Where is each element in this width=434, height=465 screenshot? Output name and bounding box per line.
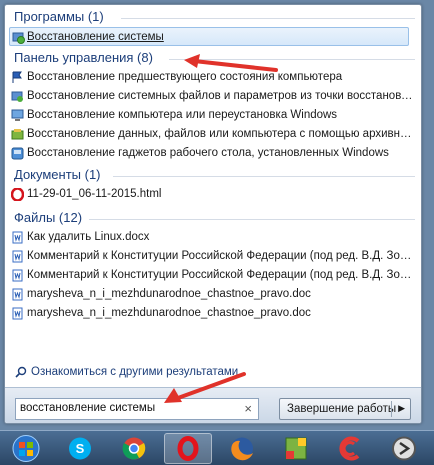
system-restore-icon (12, 32, 25, 44)
taskbar-button-app[interactable] (380, 433, 428, 464)
ccleaner-icon (339, 436, 360, 461)
result-item-file[interactable]: marysheva_n_i_mezhdunarodnoe_chastnoe_pr… (5, 285, 415, 304)
search-results: Программы (1) Восстановление системы Пан… (5, 5, 421, 359)
result-item-document[interactable]: 11-29-01_06-11-2015.html (5, 185, 415, 204)
word-doc-icon (12, 307, 23, 320)
word-doc-icon (12, 250, 23, 263)
search-value: восстановление системы (20, 402, 156, 414)
group-header-documents[interactable]: Документы (1) (5, 165, 421, 185)
game-icon (285, 437, 307, 460)
result-item-control-panel[interactable]: Восстановление предшествующего состояния… (5, 68, 415, 87)
skype-icon: S (69, 437, 91, 460)
result-item-file[interactable]: marysheva_n_i_mezhdunarodnoe_chastnoe_pr… (5, 304, 415, 323)
taskbar-button-skype[interactable]: S (56, 433, 104, 464)
start-menu: Программы (1) Восстановление системы Пан… (4, 4, 422, 424)
start-orb-icon (12, 435, 40, 462)
search-icon (15, 366, 27, 378)
search-input[interactable]: восстановление системы × (15, 398, 259, 420)
taskbar-button-ccleaner[interactable] (326, 433, 374, 464)
result-item-file[interactable]: Комментарий к Конституции Российской Фед… (5, 266, 415, 285)
group-header-control-panel[interactable]: Панель управления (8) (5, 48, 421, 68)
word-doc-icon (12, 231, 23, 244)
app-icon (392, 436, 416, 461)
shutdown-label: Завершение работы (287, 403, 397, 415)
computer-icon (11, 109, 24, 121)
shutdown-button[interactable]: Завершение работы ▶ (279, 398, 411, 420)
taskbar: S (0, 430, 434, 465)
taskbar-button-game[interactable] (272, 433, 320, 464)
opera-icon (11, 188, 24, 201)
result-item-system-restore[interactable]: Восстановление системы (9, 27, 409, 46)
result-item-control-panel[interactable]: Восстановление компьютера или переустано… (5, 106, 415, 125)
taskbar-button-firefox[interactable] (218, 433, 266, 464)
svg-text:S: S (76, 441, 85, 456)
taskbar-button-opera[interactable] (164, 433, 212, 464)
group-header-files[interactable]: Файлы (12) (5, 208, 421, 228)
result-item-control-panel[interactable]: Восстановление данных, файлов или компью… (5, 125, 415, 144)
result-item-control-panel[interactable]: Восстановление системных файлов и параме… (5, 87, 415, 106)
chrome-icon (122, 437, 146, 460)
result-item-file[interactable]: Как удалить Linux.docx (5, 228, 415, 247)
shutdown-options-arrow-icon[interactable]: ▶ (398, 403, 405, 414)
firefox-icon (231, 437, 253, 461)
result-item-label: Восстановление системы (27, 31, 164, 43)
backup-icon (11, 129, 24, 140)
word-doc-icon (12, 288, 23, 301)
start-menu-bottom-bar: восстановление системы × Завершение рабо… (5, 387, 421, 423)
see-more-results-link[interactable]: Ознакомиться с другими результатами (15, 363, 238, 381)
result-item-file[interactable]: Комментарий к Конституции Российской Фед… (5, 247, 415, 266)
opera-icon (177, 436, 199, 461)
taskbar-button-chrome[interactable] (110, 433, 158, 464)
clear-icon[interactable]: × (244, 401, 252, 416)
flag-icon (12, 71, 22, 83)
gadget-icon (11, 147, 24, 160)
taskbar-button-start[interactable] (2, 433, 50, 464)
result-item-control-panel[interactable]: Восстановление гаджетов рабочего стола, … (5, 144, 415, 163)
word-doc-icon (12, 269, 23, 282)
group-header-programs[interactable]: Программы (1) (5, 7, 421, 27)
restore-point-icon (11, 91, 23, 102)
